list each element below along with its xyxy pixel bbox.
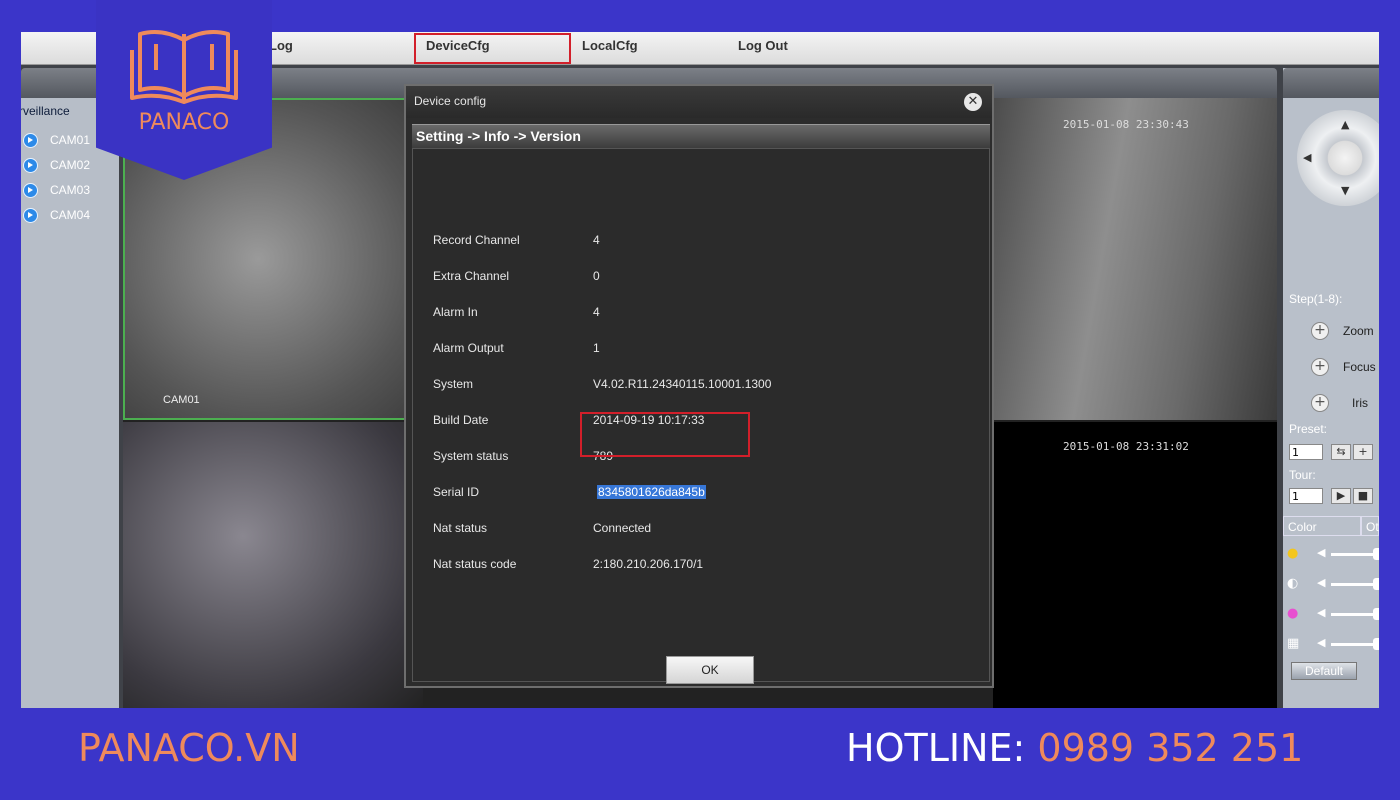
sidebar-item-label: CAM03 [50, 183, 91, 197]
saturation-icon: ● [1287, 606, 1299, 621]
footer-site: PANACO.VN [78, 726, 300, 770]
ptz-panel-header [1283, 68, 1379, 98]
play-icon [23, 207, 38, 223]
info-key: System status [433, 449, 509, 463]
book-logo-icon [130, 30, 238, 104]
menu-logout[interactable]: Log Out [738, 38, 788, 53]
zoom-label: Zoom [1343, 324, 1374, 338]
sidebar-item-cam04[interactable]: CAM04 [23, 205, 90, 225]
slider-left-icon[interactable]: ◀ [1317, 636, 1325, 649]
video-cam04[interactable]: 2015-01-08 23:31:02 [993, 422, 1277, 708]
sidebar-item-cam03[interactable]: CAM03 [23, 180, 90, 200]
ok-button[interactable]: OK [666, 656, 754, 684]
slider-handle[interactable] [1373, 608, 1379, 620]
logo-text: PANACO [138, 110, 230, 135]
focus-plus-icon[interactable]: + [1311, 358, 1329, 376]
close-icon[interactable]: ✕ [964, 93, 982, 111]
slider-handle[interactable] [1373, 548, 1379, 560]
info-key: Extra Channel [433, 269, 510, 283]
menu-localcfg[interactable]: LocalCfg [582, 38, 638, 53]
sidebar-item-cam01[interactable]: CAM01 [23, 130, 90, 150]
video-cam02[interactable]: 2015-01-08 23:30:43 [993, 98, 1277, 420]
info-key: Alarm Output [433, 341, 504, 355]
slider-left-icon[interactable]: ◀ [1317, 546, 1325, 559]
footer-hotline: HOTLINE: 0989 352 251 [846, 726, 1303, 770]
grid-icon: ▦ [1287, 636, 1300, 651]
sidebar-title: rveillance [21, 104, 70, 118]
info-key: Nat status [433, 521, 488, 535]
ptz-left-icon[interactable]: ◀ [1303, 151, 1311, 164]
info-value: 2:180.210.206.170/1 [593, 557, 704, 571]
video-cam03[interactable] [123, 422, 423, 708]
slider-left-icon[interactable]: ◀ [1317, 576, 1325, 589]
sidebar: rveillance CAM01 CAM02 CAM03 CAM04 [21, 98, 119, 708]
default-button[interactable]: Default [1291, 662, 1357, 680]
info-value: Connected [593, 521, 652, 535]
panaco-logo: PANACO [96, 0, 272, 180]
info-value: V4.02.R11.24340115.10001.1300 [593, 377, 772, 391]
tour-play-icon[interactable]: ▶ [1331, 488, 1351, 504]
preset-label: Preset: [1289, 422, 1328, 436]
devicecfg-highlight-box [414, 33, 571, 64]
brightness-slider[interactable] [1331, 553, 1379, 556]
ptz-up-icon[interactable]: ▲ [1341, 118, 1349, 131]
play-icon [23, 182, 38, 198]
info-value: 1 [593, 341, 600, 355]
preset-set-icon[interactable]: ⇆ [1331, 444, 1351, 460]
ptz-down-icon[interactable]: ▼ [1341, 184, 1349, 197]
color-tabs: Color Ot [1283, 516, 1379, 536]
saturation-slider[interactable] [1331, 613, 1379, 616]
zoom-plus-icon[interactable]: + [1311, 322, 1329, 340]
hotline-label: HOTLINE: [846, 726, 1038, 770]
info-key: Record Channel [433, 233, 520, 247]
step-label: Step(1-8): [1289, 292, 1343, 306]
info-key: Nat status code [433, 557, 517, 571]
info-value: 4 [593, 233, 600, 247]
info-key: Serial ID [433, 485, 480, 499]
sidebar-item-cam02[interactable]: CAM02 [23, 155, 90, 175]
hue-slider[interactable] [1331, 643, 1379, 646]
tour-input[interactable]: 1 [1289, 488, 1323, 504]
info-key: System [433, 377, 474, 391]
focus-label: Focus [1343, 360, 1376, 374]
sidebar-item-label: CAM04 [50, 208, 91, 222]
dialog-titlebar: Device config ✕ [406, 86, 992, 118]
iris-label: Iris [1352, 396, 1368, 410]
sidebar-item-label: CAM02 [50, 158, 91, 172]
ptz-panel: ▲ ▼ ◀ Step(1-8): + Zoom + Focus + Iris P… [1283, 68, 1379, 708]
video-timestamp: 2015-01-08 23:31:02 [1063, 440, 1189, 453]
dialog-title: Device config [414, 94, 487, 108]
info-key: Build Date [433, 413, 489, 427]
video-cam-label: CAM01 [163, 394, 200, 406]
dialog-breadcrumb: Setting -> Info -> Version [412, 124, 990, 149]
breadcrumb-text: Setting -> Info -> Version [416, 128, 581, 144]
tab-other[interactable]: Ot [1361, 516, 1379, 536]
preset-add-icon[interactable]: + [1353, 444, 1373, 460]
ptz-direction-pad[interactable]: ▲ ▼ ◀ [1297, 110, 1379, 206]
preset-input[interactable]: 1 [1289, 444, 1323, 460]
tab-color[interactable]: Color [1283, 516, 1361, 536]
play-icon [23, 132, 38, 148]
iris-plus-icon[interactable]: + [1311, 394, 1329, 412]
tour-stop-icon[interactable]: ■ [1353, 488, 1373, 504]
play-icon [23, 157, 38, 173]
info-value: 4 [593, 305, 600, 319]
tour-label: Tour: [1289, 468, 1316, 482]
hotline-number: 0989 352 251 [1037, 726, 1304, 770]
video-timestamp: 2015-01-08 23:30:43 [1063, 118, 1189, 131]
slider-left-icon[interactable]: ◀ [1317, 606, 1325, 619]
brightness-icon: ● [1287, 546, 1299, 561]
contrast-icon: ◐ [1287, 576, 1299, 591]
menu-log[interactable]: Log [269, 38, 293, 53]
info-value: 0 [593, 269, 600, 283]
device-config-dialog: Device config ✕ Setting -> Info -> Versi… [404, 84, 994, 688]
serial-id-value[interactable]: 8345801626da845b [597, 485, 706, 499]
slider-handle[interactable] [1373, 578, 1379, 590]
info-key: Alarm In [433, 305, 478, 319]
serial-id-highlight-box [580, 412, 750, 457]
contrast-slider[interactable] [1331, 583, 1379, 586]
sidebar-item-label: CAM01 [50, 133, 91, 147]
slider-handle[interactable] [1373, 638, 1379, 650]
